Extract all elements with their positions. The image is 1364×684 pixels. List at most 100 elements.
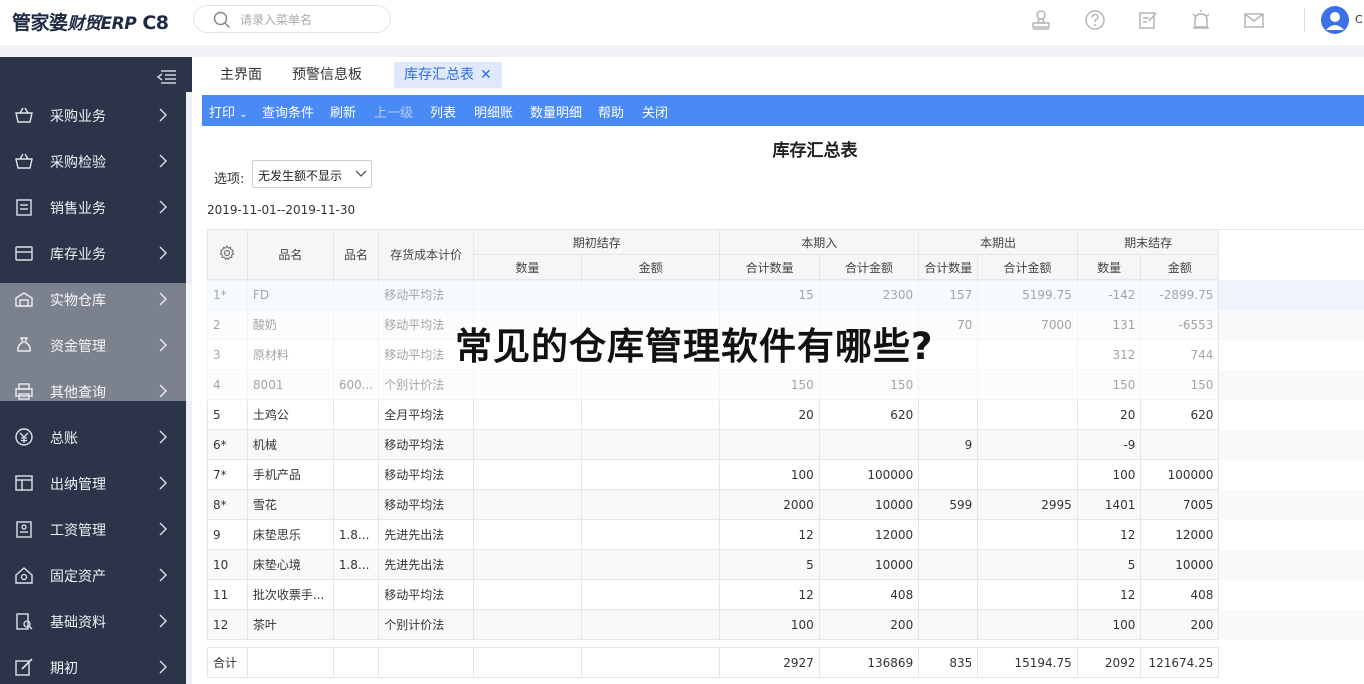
- cell-xa: 2995: [977, 489, 1078, 520]
- header-inbound-qty[interactable]: 合计数量: [719, 254, 820, 280]
- detail-ledger-button[interactable]: 明细账: [474, 102, 513, 121]
- cell-method: 先进先出法: [378, 549, 475, 580]
- gear-icon: [219, 244, 236, 261]
- cell-oq: [473, 549, 582, 580]
- row-filler: [1218, 429, 1364, 460]
- cell-xa: [977, 429, 1078, 460]
- list-button[interactable]: 列表: [430, 102, 456, 121]
- table-row[interactable]: 6* 机械 移动平均法 9 -9: [207, 429, 1364, 460]
- table-row[interactable]: 5 土鸡公 全月平均法 20 620 20 620: [207, 399, 1364, 430]
- up-level-button[interactable]: 上一级: [374, 102, 413, 121]
- edit-note-icon[interactable]: [1137, 9, 1159, 31]
- user-avatar[interactable]: [1321, 6, 1349, 34]
- total-empty: [378, 647, 475, 678]
- sidebar-item-2[interactable]: 采购检验: [0, 138, 186, 184]
- sidebar-item-5[interactable]: 实物仓库: [0, 276, 186, 322]
- menu-collapse-icon[interactable]: [156, 69, 176, 85]
- refresh-button[interactable]: 刷新: [330, 102, 356, 121]
- cell-ia: 12000: [818, 519, 920, 550]
- print-button[interactable]: 打印 ⌄: [209, 102, 248, 121]
- cell-oa: [580, 369, 721, 400]
- table-row[interactable]: 1* FD 移动平均法 15 2300 157 5199.75 -142 -2899.75: [207, 279, 1364, 310]
- row-filler: [1218, 489, 1364, 520]
- cell-cq: 1401: [1076, 489, 1142, 520]
- sidebar-item-9[interactable]: 出纳管理: [0, 460, 186, 506]
- chevron-right-icon: [159, 108, 167, 122]
- total-ia: 136869: [818, 647, 920, 678]
- cell-ia: 10000: [818, 549, 920, 580]
- header-inbound-amount[interactable]: 合计金额: [818, 254, 920, 280]
- sidebar-item-label: 实物仓库: [50, 293, 106, 309]
- total-xq: 835: [918, 647, 979, 678]
- sidebar-item-4[interactable]: 库存业务: [0, 230, 186, 276]
- table-row[interactable]: 8* 雪花 移动平均法 2000 10000 599 2995 1401 7005: [207, 489, 1364, 520]
- cell-name: 机械: [246, 429, 334, 460]
- cell-idx: 8*: [207, 489, 248, 520]
- alarm-icon[interactable]: [1190, 9, 1212, 31]
- total-cq: 2092: [1076, 647, 1142, 678]
- help-button[interactable]: 帮助: [598, 102, 624, 121]
- menu-search-input[interactable]: [240, 11, 380, 29]
- sidebar-item-8[interactable]: 总账: [0, 414, 186, 460]
- sidebar-item-6[interactable]: 资金管理: [0, 322, 186, 368]
- header-name[interactable]: 品名: [246, 229, 334, 280]
- table-row[interactable]: 11 批次收票手... 移动平均法 12 408 12 408: [207, 579, 1364, 610]
- box-icon: [15, 246, 33, 261]
- header-outbound-amount[interactable]: 合计金额: [977, 254, 1078, 280]
- row-filler: [1219, 400, 1364, 430]
- cell-iq: 150: [719, 369, 820, 400]
- table-row[interactable]: 12 茶叶 个别计价法 100 200 100 200: [207, 609, 1364, 640]
- cell-spec: [332, 429, 380, 460]
- mail-icon[interactable]: [1243, 9, 1265, 31]
- header-spec[interactable]: 品名: [332, 229, 380, 280]
- stamp-icon[interactable]: [1030, 9, 1052, 31]
- cell-xa: 5199.75: [977, 279, 1078, 310]
- cell-oq: [473, 519, 582, 550]
- sidebar-item-label: 库存业务: [50, 247, 106, 263]
- sidebar-scrollbar[interactable]: [186, 92, 192, 684]
- total-empty: [473, 647, 582, 678]
- sidebar-item-11[interactable]: 固定资产: [0, 552, 186, 598]
- table-row[interactable]: 7* 手机产品 移动平均法 100 100000 100 100000: [207, 459, 1364, 490]
- close-button[interactable]: 关闭: [642, 102, 668, 121]
- header-opening-amount[interactable]: 金额: [580, 254, 721, 280]
- cell-cq: 20: [1076, 399, 1142, 430]
- cell-method: 全月平均法: [378, 399, 475, 430]
- header-outbound-qty[interactable]: 合计数量: [918, 254, 979, 280]
- tab-alerts[interactable]: 预警信息板: [282, 62, 372, 88]
- quantity-detail-button[interactable]: 数量明细: [530, 102, 582, 121]
- table-row[interactable]: 9 床垫思乐 1.8... 先进先出法 12 12000 12 12000: [207, 519, 1364, 550]
- cell-xq: [918, 399, 979, 430]
- cell-ca: 744: [1140, 339, 1220, 370]
- total-empty: [580, 647, 721, 678]
- option-select[interactable]: 无发生额不显示: [252, 160, 372, 188]
- cell-ia: 200: [818, 609, 920, 640]
- header-cost-method[interactable]: 存货成本计价: [378, 229, 475, 280]
- cell-xa: [977, 579, 1078, 610]
- header-inbound: 本期入: [719, 229, 920, 255]
- sidebar-item-12[interactable]: 基础资料: [0, 598, 186, 644]
- app-logo[interactable]: 管家婆财贸ERP C8: [12, 8, 169, 35]
- header-closing-qty[interactable]: 数量: [1076, 254, 1142, 280]
- tab-home[interactable]: 主界面: [210, 62, 272, 88]
- tab-inventory-summary[interactable]: 库存汇总表 ✕: [394, 62, 502, 88]
- column-settings-header[interactable]: [207, 229, 248, 280]
- sidebar-item-label: 期初: [50, 661, 78, 677]
- table-row[interactable]: 10 床垫心境 1.8... 先进先出法 5 10000 5 10000: [207, 549, 1364, 580]
- menu-search-box[interactable]: [193, 5, 391, 33]
- chevron-right-icon: [159, 338, 167, 352]
- cell-xq: [918, 459, 979, 490]
- sidebar-item-10[interactable]: 工资管理: [0, 506, 186, 552]
- user-name[interactable]: C: [1355, 13, 1363, 26]
- header-closing-amount[interactable]: 金额: [1140, 254, 1220, 280]
- header-opening-qty[interactable]: 数量: [473, 254, 582, 280]
- close-tab-icon[interactable]: ✕: [480, 67, 492, 83]
- sidebar-item-3[interactable]: 销售业务: [0, 184, 186, 230]
- query-conditions-button[interactable]: 查询条件: [262, 102, 314, 121]
- sidebar-item-13[interactable]: 期初: [0, 644, 186, 684]
- cell-ia: 2300: [818, 279, 920, 310]
- sidebar-item-1[interactable]: 采购业务: [0, 92, 186, 138]
- table-row[interactable]: 4 8001 600... 个别计价法 150 150 150 150: [207, 369, 1364, 400]
- sidebar-item-7[interactable]: 其他查询: [0, 368, 186, 414]
- help-icon[interactable]: [1084, 9, 1106, 31]
